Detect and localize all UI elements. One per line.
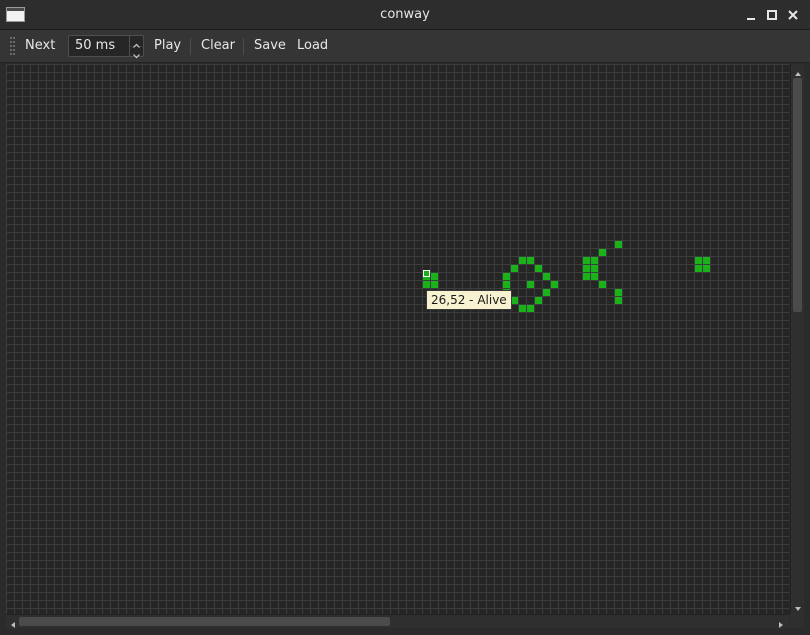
live-cell[interactable] bbox=[519, 305, 526, 312]
live-cell[interactable] bbox=[511, 265, 518, 272]
live-cell[interactable] bbox=[527, 257, 534, 264]
live-cell[interactable] bbox=[503, 273, 510, 280]
horizontal-scrollbar[interactable] bbox=[6, 614, 789, 628]
live-cell[interactable] bbox=[591, 257, 598, 264]
scroll-left-icon[interactable] bbox=[7, 616, 19, 628]
close-icon[interactable] bbox=[786, 8, 800, 22]
scroll-down-icon[interactable] bbox=[792, 600, 804, 612]
clear-button[interactable]: Clear bbox=[197, 35, 239, 57]
cell-tooltip: 26,52 - Alive bbox=[426, 290, 512, 310]
horizontal-scroll-thumb[interactable] bbox=[19, 617, 390, 626]
live-cell[interactable] bbox=[519, 257, 526, 264]
live-cell[interactable] bbox=[543, 289, 550, 296]
title-bar[interactable]: conway bbox=[0, 0, 810, 30]
hovered-cell[interactable] bbox=[423, 270, 430, 277]
toolbar: Next 50 ms Play Clear Save Load bbox=[0, 30, 810, 63]
live-cell[interactable] bbox=[503, 281, 510, 288]
life-grid[interactable]: 26,52 - Alive bbox=[6, 64, 789, 614]
live-cell[interactable] bbox=[511, 297, 518, 304]
live-cell[interactable] bbox=[431, 281, 438, 288]
live-cell[interactable] bbox=[591, 273, 598, 280]
interval-value[interactable]: 50 ms bbox=[75, 36, 115, 56]
live-cell[interactable] bbox=[535, 297, 542, 304]
window-title: conway bbox=[380, 7, 430, 22]
toolbar-separator bbox=[190, 38, 191, 55]
play-button[interactable]: Play bbox=[150, 35, 185, 57]
live-cell[interactable] bbox=[703, 257, 710, 264]
live-cell[interactable] bbox=[591, 265, 598, 272]
live-cell[interactable] bbox=[695, 265, 702, 272]
live-cell[interactable] bbox=[583, 265, 590, 272]
live-cell[interactable] bbox=[535, 265, 542, 272]
live-cell[interactable] bbox=[431, 273, 438, 280]
live-cell[interactable] bbox=[703, 265, 710, 272]
live-cell[interactable] bbox=[583, 273, 590, 280]
live-cell[interactable] bbox=[527, 305, 534, 312]
chevron-down-icon[interactable] bbox=[130, 46, 143, 59]
live-cell[interactable] bbox=[695, 257, 702, 264]
minimize-icon[interactable] bbox=[744, 8, 758, 22]
scroll-corner bbox=[790, 614, 804, 628]
scroll-right-icon[interactable] bbox=[775, 616, 787, 628]
toolbar-separator bbox=[243, 38, 244, 55]
save-button[interactable]: Save bbox=[250, 35, 290, 57]
toolbar-grip-icon[interactable] bbox=[10, 36, 15, 57]
live-cell[interactable] bbox=[543, 273, 550, 280]
load-button[interactable]: Load bbox=[293, 35, 332, 57]
live-cell[interactable] bbox=[551, 281, 558, 288]
live-cell[interactable] bbox=[615, 297, 622, 304]
live-cell[interactable] bbox=[599, 281, 606, 288]
live-cell[interactable] bbox=[615, 289, 622, 296]
vertical-scroll-thumb[interactable] bbox=[793, 78, 802, 312]
maximize-icon[interactable] bbox=[765, 8, 779, 22]
vertical-scrollbar[interactable] bbox=[790, 64, 804, 614]
spin-buttons bbox=[129, 36, 143, 59]
live-cell[interactable] bbox=[527, 281, 534, 288]
live-cell[interactable] bbox=[423, 281, 430, 288]
live-cell[interactable] bbox=[615, 241, 622, 248]
live-cell[interactable] bbox=[599, 249, 606, 256]
interval-spinbox[interactable]: 50 ms bbox=[68, 35, 144, 59]
next-button[interactable]: Next bbox=[21, 35, 59, 57]
scroll-up-icon[interactable] bbox=[792, 65, 804, 77]
live-cell[interactable] bbox=[583, 257, 590, 264]
